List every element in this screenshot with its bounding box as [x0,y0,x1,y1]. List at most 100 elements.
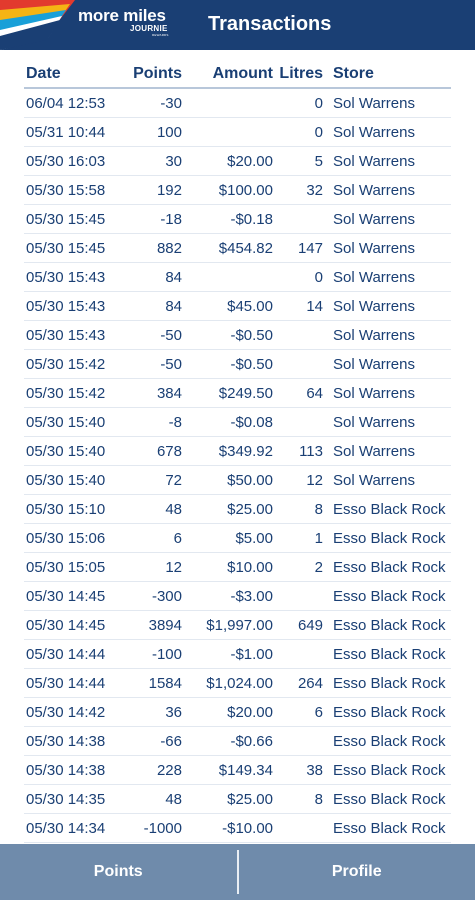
cell-points: -66 [126,726,186,756]
cell-litres: 5 [277,146,327,176]
cell-litres: 264 [277,668,327,698]
cell-litres [277,581,327,611]
cell-points: -50 [126,320,186,350]
table-row[interactable]: 05/30 15:43 84 $45.00 14 Sol Warrens [24,291,451,321]
cell-points: 1584 [126,668,186,698]
table-header-row: Date Points Amount Litres Store [24,60,451,89]
cell-litres [277,813,327,843]
cell-litres: 32 [277,175,327,205]
table-row[interactable]: 05/31 10:44 100 0 Sol Warrens [24,117,451,147]
cell-litres: 64 [277,378,327,408]
table-row[interactable]: 05/30 15:06 6 $5.00 1 Esso Black Rock [24,523,451,553]
cell-points: -100 [126,639,186,669]
cell-points: -8 [126,407,186,437]
cell-amount: -$0.08 [186,407,277,437]
table-row[interactable]: 05/30 15:58 192 $100.00 32 Sol Warrens [24,175,451,205]
table-row[interactable]: 05/30 14:34 -1000 -$10.00 Esso Black Rock [24,813,451,843]
cell-amount: $25.00 [186,784,277,814]
cell-litres: 147 [277,233,327,263]
table-row[interactable]: 05/30 15:40 678 $349.92 113 Sol Warrens [24,436,451,466]
cell-date: 05/30 15:45 [24,233,126,263]
cell-amount: -$0.66 [186,726,277,756]
table-row[interactable]: 05/30 14:45 3894 $1,997.00 649 Esso Black Ro… [24,610,451,640]
cell-store: Sol Warrens [327,378,451,408]
table-row[interactable]: 05/30 15:45 882 $454.82 147 Sol Warrens [24,233,451,263]
column-header-litres: Litres [277,60,327,89]
cell-points: -1000 [126,813,186,843]
table-row[interactable]: 05/30 15:43 84 0 Sol Warrens [24,262,451,292]
cell-amount: $20.00 [186,697,277,727]
cell-points: -300 [126,581,186,611]
table-row[interactable]: 05/30 15:42 -50 -$0.50 Sol Warrens [24,349,451,379]
cell-store: Sol Warrens [327,436,451,466]
cell-date: 05/30 15:43 [24,320,126,350]
cell-store: Sol Warrens [327,349,451,379]
table-row[interactable]: 05/30 15:40 -8 -$0.08 Sol Warrens [24,407,451,437]
table-row[interactable]: 05/30 14:42 36 $20.00 6 Esso Black Rock [24,697,451,727]
cell-litres [277,407,327,437]
cell-store: Esso Black Rock [327,784,451,814]
table-row[interactable]: 05/30 15:43 -50 -$0.50 Sol Warrens [24,320,451,350]
cell-litres: 0 [277,262,327,292]
transactions-table-container: Date Points Amount Litres Store 06/04 12… [24,60,451,843]
table-row[interactable]: 05/30 15:40 72 $50.00 12 Sol Warrens [24,465,451,495]
cell-amount: -$3.00 [186,581,277,611]
cell-litres: 2 [277,552,327,582]
cell-litres [277,320,327,350]
cell-amount: -$10.00 [186,813,277,843]
table-row[interactable]: 05/30 16:03 30 $20.00 5 Sol Warrens [24,146,451,176]
cell-litres: 8 [277,494,327,524]
table-row[interactable]: 05/30 14:38 228 $149.34 38 Esso Black Rock [24,755,451,785]
column-header-amount: Amount [186,60,277,89]
cell-amount: $249.50 [186,378,277,408]
cell-amount [186,117,277,147]
cell-date: 05/30 16:03 [24,146,126,176]
cell-amount: $1,997.00 [186,610,277,640]
logo-tiny-text: REWARDS [152,33,169,37]
table-row[interactable]: 05/30 14:45 -300 -$3.00 Esso Black Rock [24,581,451,611]
cell-store: Esso Black Rock [327,552,451,582]
cell-store: Esso Black Rock [327,523,451,553]
table-row[interactable]: 05/30 15:10 48 $25.00 8 Esso Black Rock [24,494,451,524]
table-row[interactable]: 06/04 12:53 -30 0 Sol Warrens [24,88,451,118]
table-row[interactable]: 05/30 14:44 1584 $1,024.00 264 Esso Black Ro… [24,668,451,698]
cell-litres: 0 [277,88,327,118]
cell-points: 84 [126,262,186,292]
cell-date: 05/30 15:40 [24,465,126,495]
table-row[interactable]: 05/30 14:35 48 $25.00 8 Esso Black Rock [24,784,451,814]
cell-date: 05/30 14:44 [24,639,126,669]
cell-date: 05/30 15:05 [24,552,126,582]
cell-date: 05/30 14:34 [24,813,126,843]
cell-points: 3894 [126,610,186,640]
cell-store: Esso Black Rock [327,755,451,785]
cell-points: 36 [126,697,186,727]
cell-date: 05/30 15:45 [24,204,126,234]
cell-amount: -$0.18 [186,204,277,234]
cell-store: Sol Warrens [327,146,451,176]
cell-date: 06/04 12:53 [24,88,126,118]
cell-store: Sol Warrens [327,320,451,350]
cell-litres: 8 [277,784,327,814]
cell-store: Esso Black Rock [327,581,451,611]
cell-points: 72 [126,465,186,495]
cell-points: -18 [126,204,186,234]
cell-date: 05/30 15:06 [24,523,126,553]
cell-date: 05/30 15:58 [24,175,126,205]
cell-litres: 12 [277,465,327,495]
cell-date: 05/30 14:44 [24,668,126,698]
table-row[interactable]: 05/30 15:05 12 $10.00 2 Esso Black Rock [24,552,451,582]
table-row[interactable]: 05/30 15:42 384 $249.50 64 Sol Warrens [24,378,451,408]
table-row[interactable]: 05/30 14:38 -66 -$0.66 Esso Black Rock [24,726,451,756]
cell-date: 05/30 15:10 [24,494,126,524]
cell-store: Sol Warrens [327,175,451,205]
profile-tab-button[interactable]: Profile [239,844,475,900]
cell-store: Esso Black Rock [327,813,451,843]
cell-store: Esso Black Rock [327,494,451,524]
table-row[interactable]: 05/30 14:44 -100 -$1.00 Esso Black Rock [24,639,451,669]
column-header-points: Points [126,60,186,89]
table-row[interactable]: 05/30 15:45 -18 -$0.18 Sol Warrens [24,204,451,234]
cell-store: Sol Warrens [327,262,451,292]
cell-amount: $100.00 [186,175,277,205]
points-tab-button[interactable]: Points [0,844,237,900]
cell-date: 05/30 14:45 [24,610,126,640]
